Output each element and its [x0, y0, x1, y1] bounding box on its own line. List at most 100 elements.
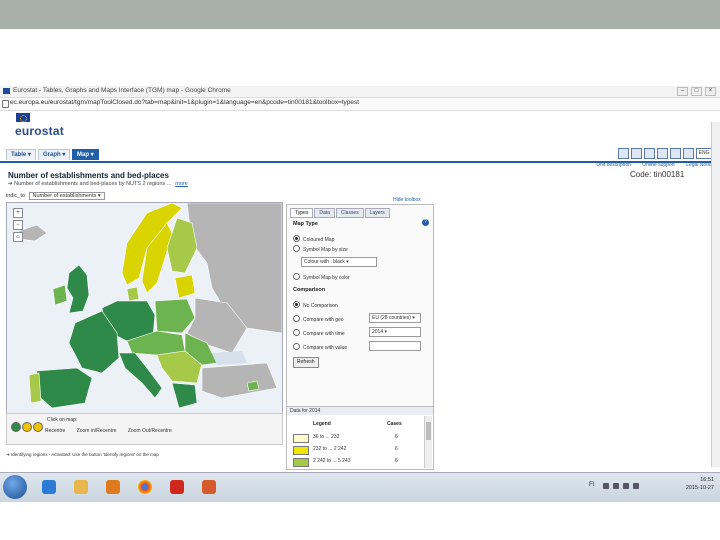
legend-scrollbar[interactable]	[424, 416, 432, 468]
comparison-heading: Comparison	[293, 287, 326, 293]
legend-row[interactable]: 2 242 to ... 5 243 6	[287, 457, 423, 468]
maximize-button[interactable]: □	[691, 87, 702, 96]
dataset-code: Code: tin00181	[630, 170, 685, 179]
media-taskbar-item[interactable]	[98, 475, 128, 500]
tray-arrow-icon[interactable]	[603, 483, 609, 489]
clock[interactable]: 16:51 2015-10-27	[686, 476, 714, 492]
dataset-description: ➔ Number of establishments and bed-place…	[8, 181, 188, 187]
legend-range: 2 242 to ... 5 243	[313, 458, 351, 464]
comparison-value[interactable]: Compare with value	[293, 343, 347, 351]
colour-select[interactable]: Colour with : black ▾	[301, 257, 377, 267]
ie-taskbar-item[interactable]	[34, 475, 64, 500]
print-icon[interactable]	[644, 148, 655, 159]
ie-icon	[42, 480, 56, 494]
tab-graph[interactable]: Graph ▾	[38, 149, 71, 160]
language-indicator[interactable]: FI	[589, 482, 594, 488]
start-button[interactable]	[3, 475, 27, 499]
hide-toolbox-link[interactable]: Hide toolbox	[393, 197, 421, 203]
powerpoint-taskbar-item[interactable]	[194, 475, 224, 500]
refresh-button[interactable]: Refresh	[293, 357, 319, 368]
minimize-button[interactable]: –	[677, 87, 688, 96]
identify-regions-icon[interactable]	[11, 422, 21, 432]
legend-row[interactable]: 36 to ... 232 6	[287, 433, 423, 444]
tab-map[interactable]: Map ▾	[72, 149, 99, 160]
legend-row[interactable]: 232 to ... 2 242 6	[287, 445, 423, 456]
bookmark-icon[interactable]	[618, 148, 629, 159]
legend-column-header: Legend	[313, 421, 331, 427]
legend-range: 36 to ... 232	[313, 434, 340, 440]
close-button[interactable]: ×	[705, 87, 716, 96]
online-support-link[interactable]: Online support	[642, 162, 675, 168]
help-icon[interactable]: ?	[422, 219, 429, 226]
zoom-out-recentre-option[interactable]: Zoom Out/Recentre	[128, 428, 172, 434]
radio-label: Coloured Map	[303, 237, 335, 243]
indicator-label: indic_to	[6, 193, 25, 199]
explorer-taskbar-item[interactable]	[66, 475, 96, 500]
zoom-in-recentre-option[interactable]: Zoom in/Recentre	[77, 428, 117, 434]
more-link[interactable]: more	[175, 181, 188, 187]
map-type-coloured[interactable]: Coloured Map	[293, 235, 334, 243]
radio-icon	[293, 329, 300, 336]
click-options: Recentre Zoom in/Recentre Zoom Out/Recen…	[45, 428, 182, 434]
map-type-symbol-size[interactable]: Symbol Map by size	[293, 245, 348, 253]
eurostat-logo[interactable]: eurostat	[15, 124, 64, 138]
zoom-in-button[interactable]: +	[13, 208, 23, 218]
zoom-out-button[interactable]: −	[13, 220, 23, 230]
legend-swatch-1	[293, 434, 309, 443]
legend-swatch-3	[293, 458, 309, 467]
map-type-heading: Map Type	[293, 221, 318, 227]
value-input[interactable]	[369, 341, 421, 351]
window-controls: – □ ×	[677, 87, 716, 96]
recentre-option[interactable]: Recentre	[45, 428, 65, 434]
map-type-symbol-color[interactable]: Symbol Map by color	[293, 273, 350, 281]
geo-select[interactable]: EU (28 countries) ▾	[369, 313, 421, 323]
page-scrollbar[interactable]	[711, 122, 720, 467]
zoom-in-tool-icon[interactable]	[22, 422, 32, 432]
pdf-icon	[170, 480, 184, 494]
chrome-taskbar-item[interactable]	[130, 475, 160, 500]
legal-notice-link[interactable]: Legal Notice	[686, 162, 714, 168]
volume-icon[interactable]	[633, 483, 639, 489]
europe-map[interactable]: + − ⌂	[6, 202, 283, 414]
map-canvas[interactable]	[7, 203, 282, 413]
address-bar[interactable]: ec.europa.eu/eurostat/tgm/mapToolClosed.…	[0, 98, 720, 111]
radio-label: No Comparison	[303, 303, 338, 309]
flag-icon[interactable]	[613, 483, 619, 489]
unit-description-link[interactable]: Unit description	[596, 162, 630, 168]
toolbox-tab-classes[interactable]: Classes	[335, 208, 364, 218]
toolbox-tab-data[interactable]: Data	[314, 208, 335, 218]
download-icon[interactable]	[631, 148, 642, 159]
main-navbar: Table ▾ Graph ▾ Map ▾ ENG ▾	[0, 147, 720, 163]
acrobat-taskbar-item[interactable]	[162, 475, 192, 500]
comparison-time[interactable]: Compare with time	[293, 329, 345, 337]
tab-table[interactable]: Table ▾	[6, 149, 36, 160]
slide-header-band	[0, 0, 720, 29]
share-icon[interactable]	[683, 148, 694, 159]
mail-icon[interactable]	[657, 148, 668, 159]
description-text: ➔ Number of establishments and bed-place…	[8, 181, 172, 187]
map-footnote: ➔ Identifying regions - Activated: Use t…	[6, 452, 159, 457]
data-panel-header: Data for 2014	[287, 407, 433, 415]
toolbox-tab-layers[interactable]: Layers	[364, 208, 390, 218]
indicator-select[interactable]: Number of establishments ▾	[28, 192, 105, 200]
zoom-out-tool-icon[interactable]	[33, 422, 43, 432]
page-icon	[2, 100, 9, 108]
network-icon[interactable]	[623, 483, 629, 489]
indicator-row: indic_to Number of establishments ▾	[6, 192, 105, 200]
cases-column-header: Cases	[387, 421, 402, 427]
url-text[interactable]: ec.europa.eu/eurostat/tgm/mapToolClosed.…	[10, 99, 359, 106]
comparison-none[interactable]: No Comparison	[293, 301, 338, 309]
dataset-title: Number of establishments and bed-places	[8, 171, 169, 180]
time-select[interactable]: 2014 ▾	[369, 327, 421, 337]
radio-label: Symbol Map by size	[303, 247, 348, 253]
help-icon[interactable]	[670, 148, 681, 159]
radio-icon	[293, 273, 300, 280]
radio-label: Compare with geo	[303, 317, 344, 323]
radio-icon	[293, 315, 300, 322]
radio-label: Symbol Map by color	[303, 275, 350, 281]
comparison-geo[interactable]: Compare with geo	[293, 315, 344, 323]
toolbar-icons: ENG ▾	[618, 148, 716, 159]
toolbox-tab-types[interactable]: Types	[290, 208, 314, 218]
zoom-home-button[interactable]: ⌂	[13, 232, 23, 242]
radio-label: Compare with value	[303, 345, 348, 351]
